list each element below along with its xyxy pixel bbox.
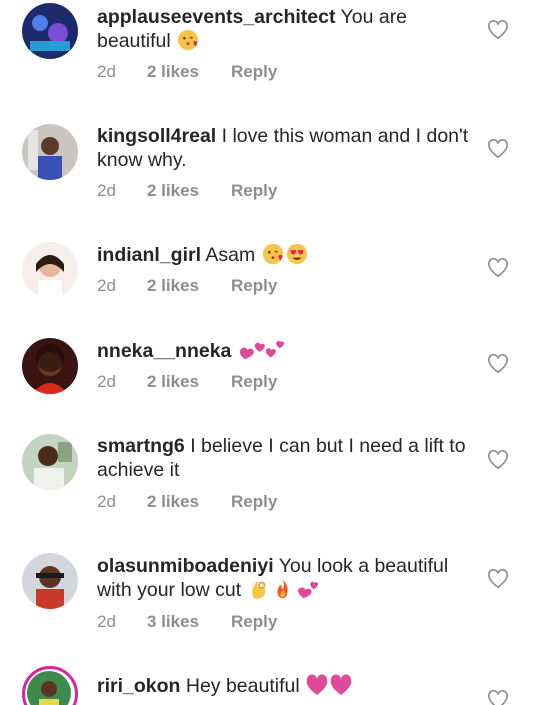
reply-button[interactable]: Reply xyxy=(231,372,277,392)
comment-text: riri_okon Hey beautiful xyxy=(97,674,477,698)
comment-username[interactable]: smartng6 xyxy=(97,435,185,457)
heart-outline-icon[interactable] xyxy=(487,690,509,705)
comment-meta: 2d 2 likes Reply xyxy=(97,276,277,296)
heart-outline-icon[interactable] xyxy=(487,569,509,589)
avatar-story-ring[interactable] xyxy=(22,666,78,705)
comment-meta: 2d 2 likes Reply xyxy=(97,372,277,392)
kiss-face-emoji-icon xyxy=(178,29,199,51)
comment-username[interactable]: indianl_girl xyxy=(97,244,201,266)
avatar[interactable] xyxy=(22,338,78,394)
reply-button[interactable]: Reply xyxy=(231,181,277,201)
heart-emoji-icon xyxy=(306,674,328,695)
reply-button[interactable]: Reply xyxy=(231,612,277,632)
heart-outline-icon[interactable] xyxy=(487,258,509,278)
comment-username[interactable]: riri_okon xyxy=(97,675,180,697)
comment-age: 2d xyxy=(97,181,116,200)
comment-username[interactable]: applauseevents_architect xyxy=(97,6,335,28)
comment-text: indianl_girl Asam xyxy=(97,243,477,267)
likes-count[interactable]: 2 likes xyxy=(147,181,231,201)
likes-count[interactable]: 2 likes xyxy=(147,492,231,512)
heart-emoji-icon xyxy=(330,674,352,695)
likes-count[interactable]: 2 likes xyxy=(147,372,231,392)
two-hearts-emoji-icon xyxy=(239,341,284,360)
comment-text: smartng6 I believe I can but I need a li… xyxy=(97,434,477,482)
comment-text: olasunmiboadeniyi You look a beautiful w… xyxy=(97,554,477,602)
comment-age: 2d xyxy=(97,492,116,511)
kiss-face-emoji-icon xyxy=(262,243,283,265)
comment-age: 2d xyxy=(97,372,116,391)
comment-text: kingsoll4real I love this woman and I do… xyxy=(97,124,477,172)
comment-age: 2d xyxy=(97,62,116,81)
reply-button[interactable]: Reply xyxy=(231,492,277,512)
avatar[interactable] xyxy=(22,124,78,180)
comment-meta: 2d 2 likes Reply xyxy=(97,62,277,82)
comment-username[interactable]: olasunmiboadeniyi xyxy=(97,555,274,577)
comment-text: nneka__nneka xyxy=(97,339,477,363)
likes-count[interactable]: 2 likes xyxy=(147,276,231,296)
heart-outline-icon[interactable] xyxy=(487,450,509,470)
comment-username[interactable]: nneka__nneka xyxy=(97,340,231,362)
heart-eyes-emoji-icon xyxy=(286,243,307,265)
two-hearts-emoji-icon xyxy=(297,581,318,599)
comment-age: 2d xyxy=(97,612,116,631)
comment-body: Hey beautiful xyxy=(180,675,306,697)
comment-age: 2d xyxy=(97,276,116,295)
comment-meta: 2d 2 likes Reply xyxy=(97,181,277,201)
comment-username[interactable]: kingsoll4real xyxy=(97,125,216,147)
comment-meta: 2d 3 likes Reply xyxy=(97,612,277,632)
reply-button[interactable]: Reply xyxy=(231,62,277,82)
heart-outline-icon[interactable] xyxy=(487,354,509,374)
likes-count[interactable]: 2 likes xyxy=(147,62,231,82)
heart-outline-icon[interactable] xyxy=(487,139,509,159)
avatar[interactable] xyxy=(22,553,78,609)
reply-button[interactable]: Reply xyxy=(231,276,277,296)
likes-count[interactable]: 3 likes xyxy=(147,612,231,632)
heart-outline-icon[interactable] xyxy=(487,20,509,40)
comment-text: applauseevents_architect You are beautif… xyxy=(97,5,477,53)
fire-emoji-icon xyxy=(277,579,288,599)
avatar[interactable] xyxy=(22,242,78,298)
comment-meta: 2d 2 likes Reply xyxy=(97,492,277,512)
ok-hand-emoji-icon xyxy=(251,581,265,599)
avatar[interactable] xyxy=(22,434,78,490)
comment-body: Asam xyxy=(201,244,256,266)
avatar[interactable] xyxy=(22,3,78,59)
